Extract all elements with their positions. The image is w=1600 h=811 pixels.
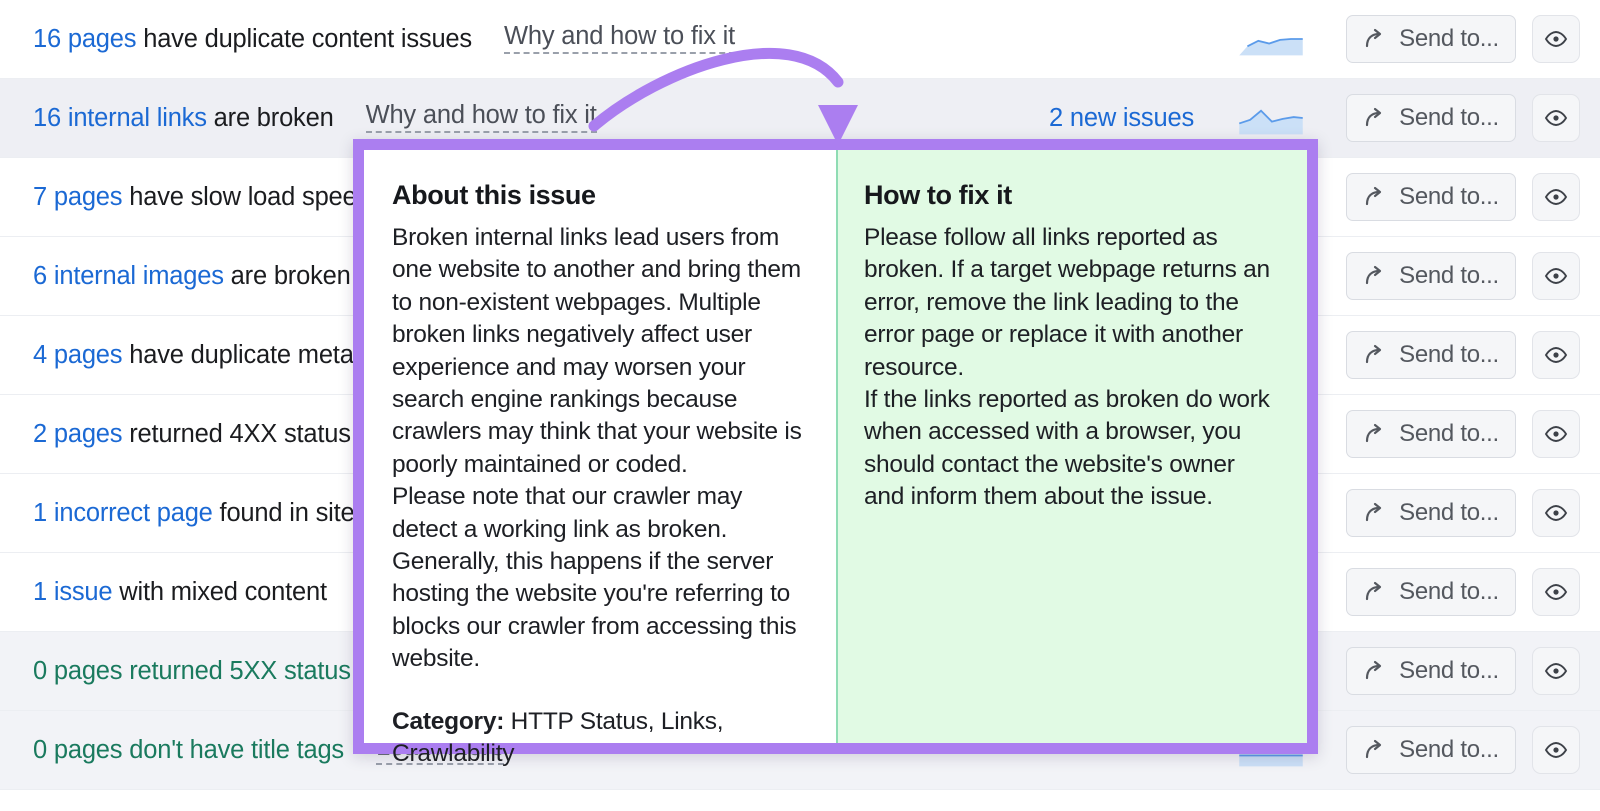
about-panel-text: Broken internal links lead users from on…	[392, 224, 802, 673]
issue-title: 6 internal images are broken	[33, 262, 351, 291]
send-to-button[interactable]: Send to...	[1346, 331, 1516, 379]
issue-count[interactable]: 1 issue	[33, 578, 113, 606]
eye-icon	[1544, 31, 1568, 47]
send-to-button[interactable]: Send to...	[1346, 647, 1516, 695]
eye-icon	[1544, 189, 1568, 205]
issue-count[interactable]: 16 internal links	[33, 104, 207, 132]
issue-description: don't have title tags	[122, 735, 344, 764]
visibility-toggle-button[interactable]	[1532, 647, 1580, 695]
send-to-label: Send to...	[1399, 183, 1499, 210]
send-to-label: Send to...	[1399, 657, 1499, 684]
issue-title: 7 pages have slow load speed	[33, 183, 371, 212]
about-panel-title: About this issue	[392, 180, 596, 210]
send-to-button[interactable]: Send to...	[1346, 568, 1516, 616]
share-arrow-icon	[1366, 28, 1382, 48]
eye-icon	[1544, 347, 1568, 363]
visibility-toggle-button[interactable]	[1532, 173, 1580, 221]
trend-sparkline	[1239, 38, 1303, 56]
visibility-toggle-button[interactable]	[1532, 568, 1580, 616]
eye-icon	[1544, 505, 1568, 521]
eye-icon	[1544, 426, 1568, 442]
share-arrow-icon	[1366, 344, 1382, 364]
new-issues-count[interactable]: 2 new issues	[1049, 104, 1194, 133]
issue-row[interactable]: 16 pages have duplicate content issues Wh…	[0, 0, 1600, 79]
visibility-toggle-button[interactable]	[1532, 331, 1580, 379]
share-arrow-icon	[1366, 265, 1382, 285]
issue-count[interactable]: 16 pages	[33, 25, 137, 53]
how-to-fix-it-panel: How to fix it Please follow all links re…	[838, 150, 1307, 743]
eye-icon	[1544, 742, 1568, 758]
visibility-toggle-button[interactable]	[1532, 252, 1580, 300]
send-to-button[interactable]: Send to...	[1346, 252, 1516, 300]
share-arrow-icon	[1366, 581, 1382, 601]
send-to-label: Send to...	[1399, 25, 1499, 52]
issue-count[interactable]: 0 pages	[33, 657, 123, 685]
issue-title: 0 pages don't have title tags	[33, 736, 344, 765]
about-this-issue-panel: About this issue Broken internal links l…	[364, 150, 838, 767]
send-to-button[interactable]: Send to...	[1346, 410, 1516, 458]
issue-count[interactable]: 4 pages	[33, 341, 123, 369]
issue-description: with mixed content	[112, 577, 327, 606]
row-actions: Send to...	[1232, 15, 1580, 63]
send-to-button[interactable]: Send to...	[1346, 15, 1516, 63]
issue-detail-tooltip: About this issue Broken internal links l…	[353, 139, 1318, 767]
why-and-how-to-fix-it-link[interactable]: Why and how to fix it	[503, 24, 735, 54]
send-to-label: Send to...	[1399, 499, 1499, 526]
share-arrow-icon	[1366, 423, 1382, 443]
visibility-toggle-button[interactable]	[1532, 94, 1580, 142]
visibility-toggle-button[interactable]	[1532, 410, 1580, 458]
visibility-toggle-button[interactable]	[1532, 15, 1580, 63]
issue-description: are broken	[206, 103, 334, 132]
issue-description: are broken	[223, 261, 351, 290]
send-to-button[interactable]: Send to...	[1346, 94, 1516, 142]
issue-title: 16 pages have duplicate content issues	[33, 25, 472, 54]
share-arrow-icon	[1366, 660, 1382, 680]
eye-icon	[1544, 663, 1568, 679]
visibility-toggle-button[interactable]	[1532, 489, 1580, 537]
send-to-label: Send to...	[1399, 736, 1499, 763]
issue-description: have slow load speed	[122, 182, 371, 211]
row-actions: 2 new issues Send to...	[1049, 94, 1580, 142]
send-to-button[interactable]: Send to...	[1346, 489, 1516, 537]
issue-count[interactable]: 1 incorrect page	[33, 499, 213, 527]
send-to-button[interactable]: Send to...	[1346, 726, 1516, 774]
share-arrow-icon	[1366, 502, 1382, 522]
issue-count[interactable]: 7 pages	[33, 183, 123, 211]
about-panel-category: Category: HTTP Status, Links, Crawlabili…	[392, 706, 808, 771]
eye-icon	[1544, 110, 1568, 126]
trend-sparkline	[1238, 109, 1303, 135]
category-label: Category:	[392, 707, 505, 735]
send-to-label: Send to...	[1399, 104, 1499, 131]
eye-icon	[1544, 268, 1568, 284]
issue-title: 16 internal links are broken	[33, 104, 334, 133]
fix-panel-title: How to fix it	[864, 180, 1012, 210]
share-arrow-icon	[1366, 186, 1382, 206]
why-and-how-to-fix-it-link[interactable]: Why and how to fix it	[365, 103, 597, 133]
visibility-toggle-button[interactable]	[1532, 726, 1580, 774]
send-to-label: Send to...	[1399, 341, 1499, 368]
send-to-label: Send to...	[1399, 262, 1499, 289]
eye-icon	[1544, 584, 1568, 600]
issue-count[interactable]: 6 internal images	[33, 262, 224, 290]
fix-panel-text: Please follow all links reported as brok…	[864, 224, 1270, 511]
issue-count[interactable]: 2 pages	[33, 420, 123, 448]
issue-description: have duplicate content issues	[136, 24, 472, 53]
send-to-label: Send to...	[1399, 420, 1499, 447]
issue-title: 1 issue with mixed content	[33, 578, 327, 607]
send-to-button[interactable]: Send to...	[1346, 173, 1516, 221]
share-arrow-icon	[1366, 107, 1382, 127]
share-arrow-icon	[1366, 739, 1382, 759]
issue-count[interactable]: 0 pages	[33, 736, 123, 764]
send-to-label: Send to...	[1399, 578, 1499, 605]
